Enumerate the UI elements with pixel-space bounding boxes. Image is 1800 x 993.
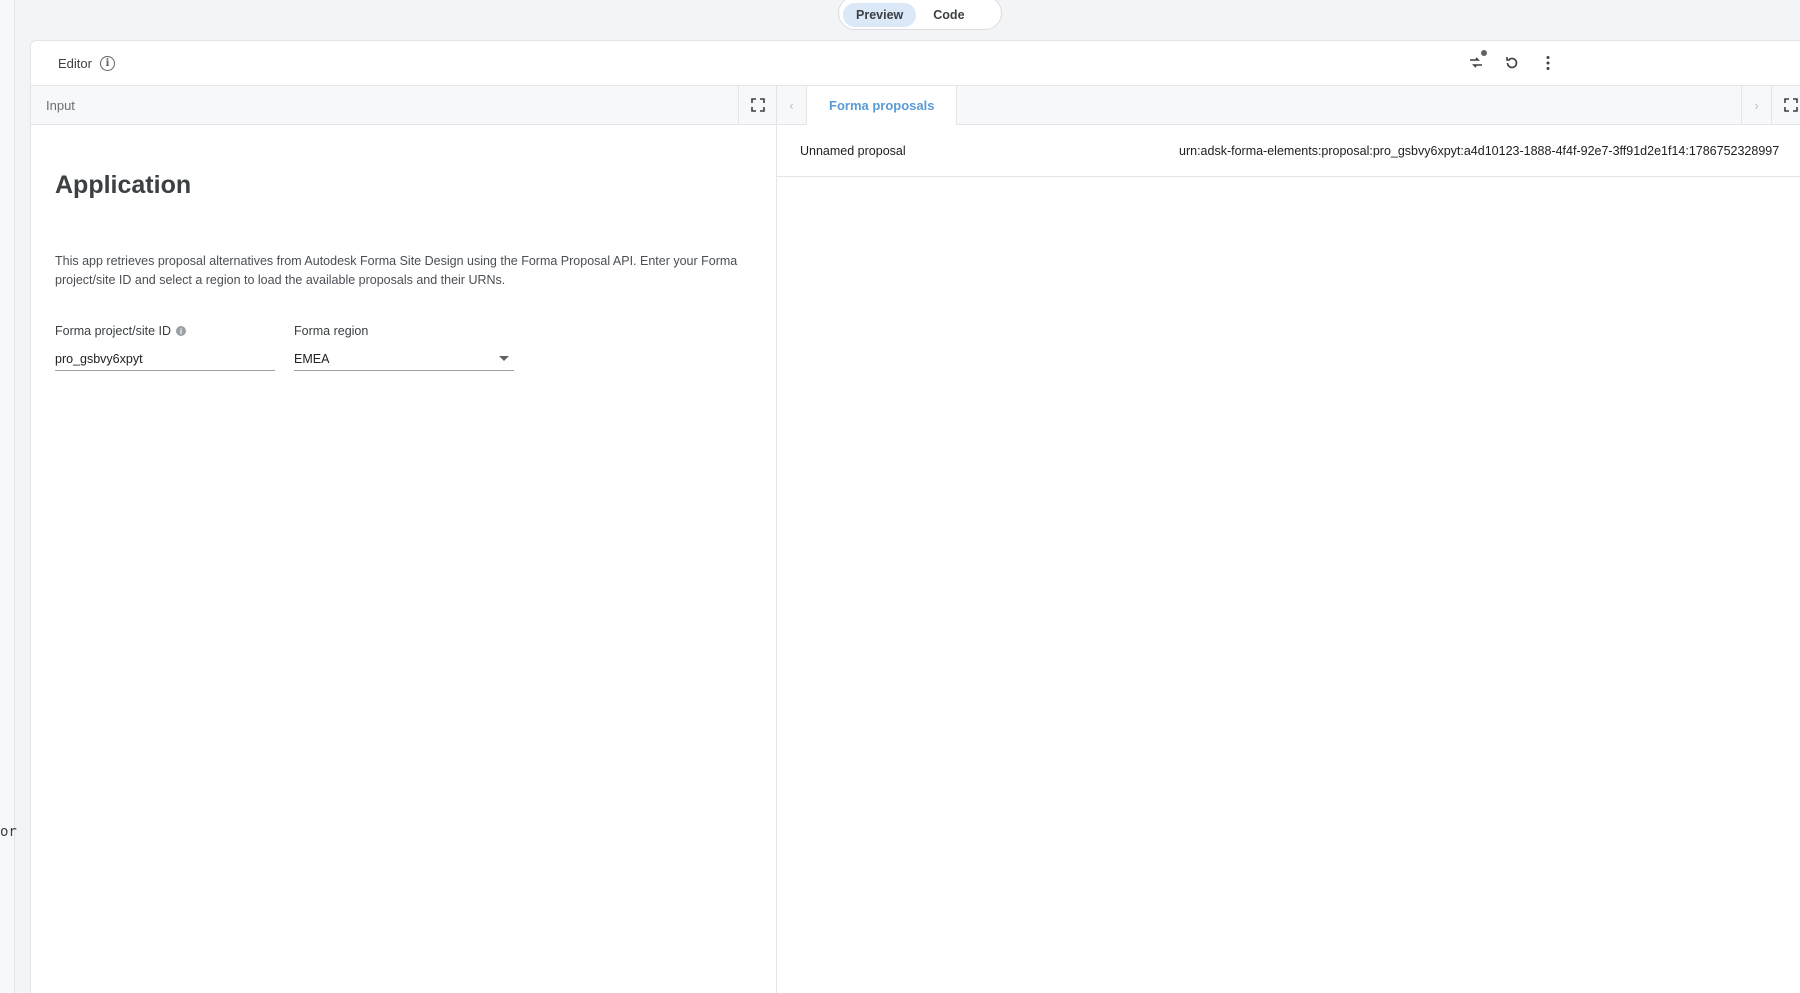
app-title: Application: [55, 171, 192, 199]
region-field: Forma region EMEA: [294, 324, 514, 371]
proposal-urn: urn:adsk-forma-elements:proposal:pro_gsb…: [1179, 143, 1780, 158]
input-fields: Forma project/site ID i Forma region EME…: [55, 324, 752, 371]
proposal-row: Unnamed proposal urn:adsk-forma-elements…: [777, 125, 1800, 177]
output-pane: ‹ Forma proposals › Unnamed proposal urn…: [777, 86, 1800, 993]
input-content: Application This app retrieves proposal …: [31, 125, 776, 371]
preview-tab[interactable]: Preview: [843, 2, 917, 27]
header-actions: [1467, 50, 1557, 72]
region-select-value: EMEA: [294, 351, 330, 366]
info-icon[interactable]: i: [99, 55, 115, 71]
more-menu-icon[interactable]: [1539, 54, 1557, 72]
refresh-icon[interactable]: [1503, 54, 1521, 72]
notification-dot: [1481, 50, 1487, 56]
editor-title-label: Editor: [58, 55, 92, 71]
left-gutter: [0, 0, 15, 993]
region-select[interactable]: EMEA: [294, 347, 514, 371]
editor-panel: Editor i Input Application This app retr…: [30, 40, 1800, 993]
editor-header: Editor i: [31, 41, 1800, 86]
project-info-icon[interactable]: i: [176, 326, 187, 336]
app-description: This app retrieves proposal alternatives…: [55, 254, 738, 287]
editor-title: Editor i: [58, 55, 115, 71]
input-pane: Input Application This app retrieves pro…: [31, 86, 777, 993]
tab-forma-proposals[interactable]: Forma proposals: [807, 86, 958, 125]
expand-icon: [750, 98, 765, 112]
chevron-down-icon: [499, 356, 509, 361]
expand-output-button[interactable]: [1771, 86, 1800, 124]
gutter-text: or: [0, 824, 17, 840]
input-pane-label: Input: [46, 97, 75, 113]
output-tabs-bar: ‹ Forma proposals ›: [777, 86, 1800, 125]
code-tab[interactable]: Code: [920, 3, 977, 27]
tab-next-icon[interactable]: ›: [1741, 86, 1771, 124]
expand-input-button[interactable]: [738, 86, 776, 124]
expand-icon: [1783, 98, 1798, 112]
proposal-name: Unnamed proposal: [800, 143, 906, 158]
project-field-label-text: Forma project/site ID: [55, 324, 172, 338]
project-id-input[interactable]: [55, 347, 275, 371]
region-field-label: Forma region: [294, 324, 369, 338]
sync-icon[interactable]: [1467, 50, 1487, 72]
project-field: Forma project/site ID i: [55, 324, 275, 371]
view-toggle: Preview Code: [838, 0, 1002, 30]
tab-prev-icon[interactable]: ‹: [777, 86, 807, 124]
project-field-label: Forma project/site ID i: [55, 324, 275, 338]
input-pane-bar: Input: [31, 86, 776, 125]
split-view: Input Application This app retrieves pro…: [31, 86, 1800, 993]
